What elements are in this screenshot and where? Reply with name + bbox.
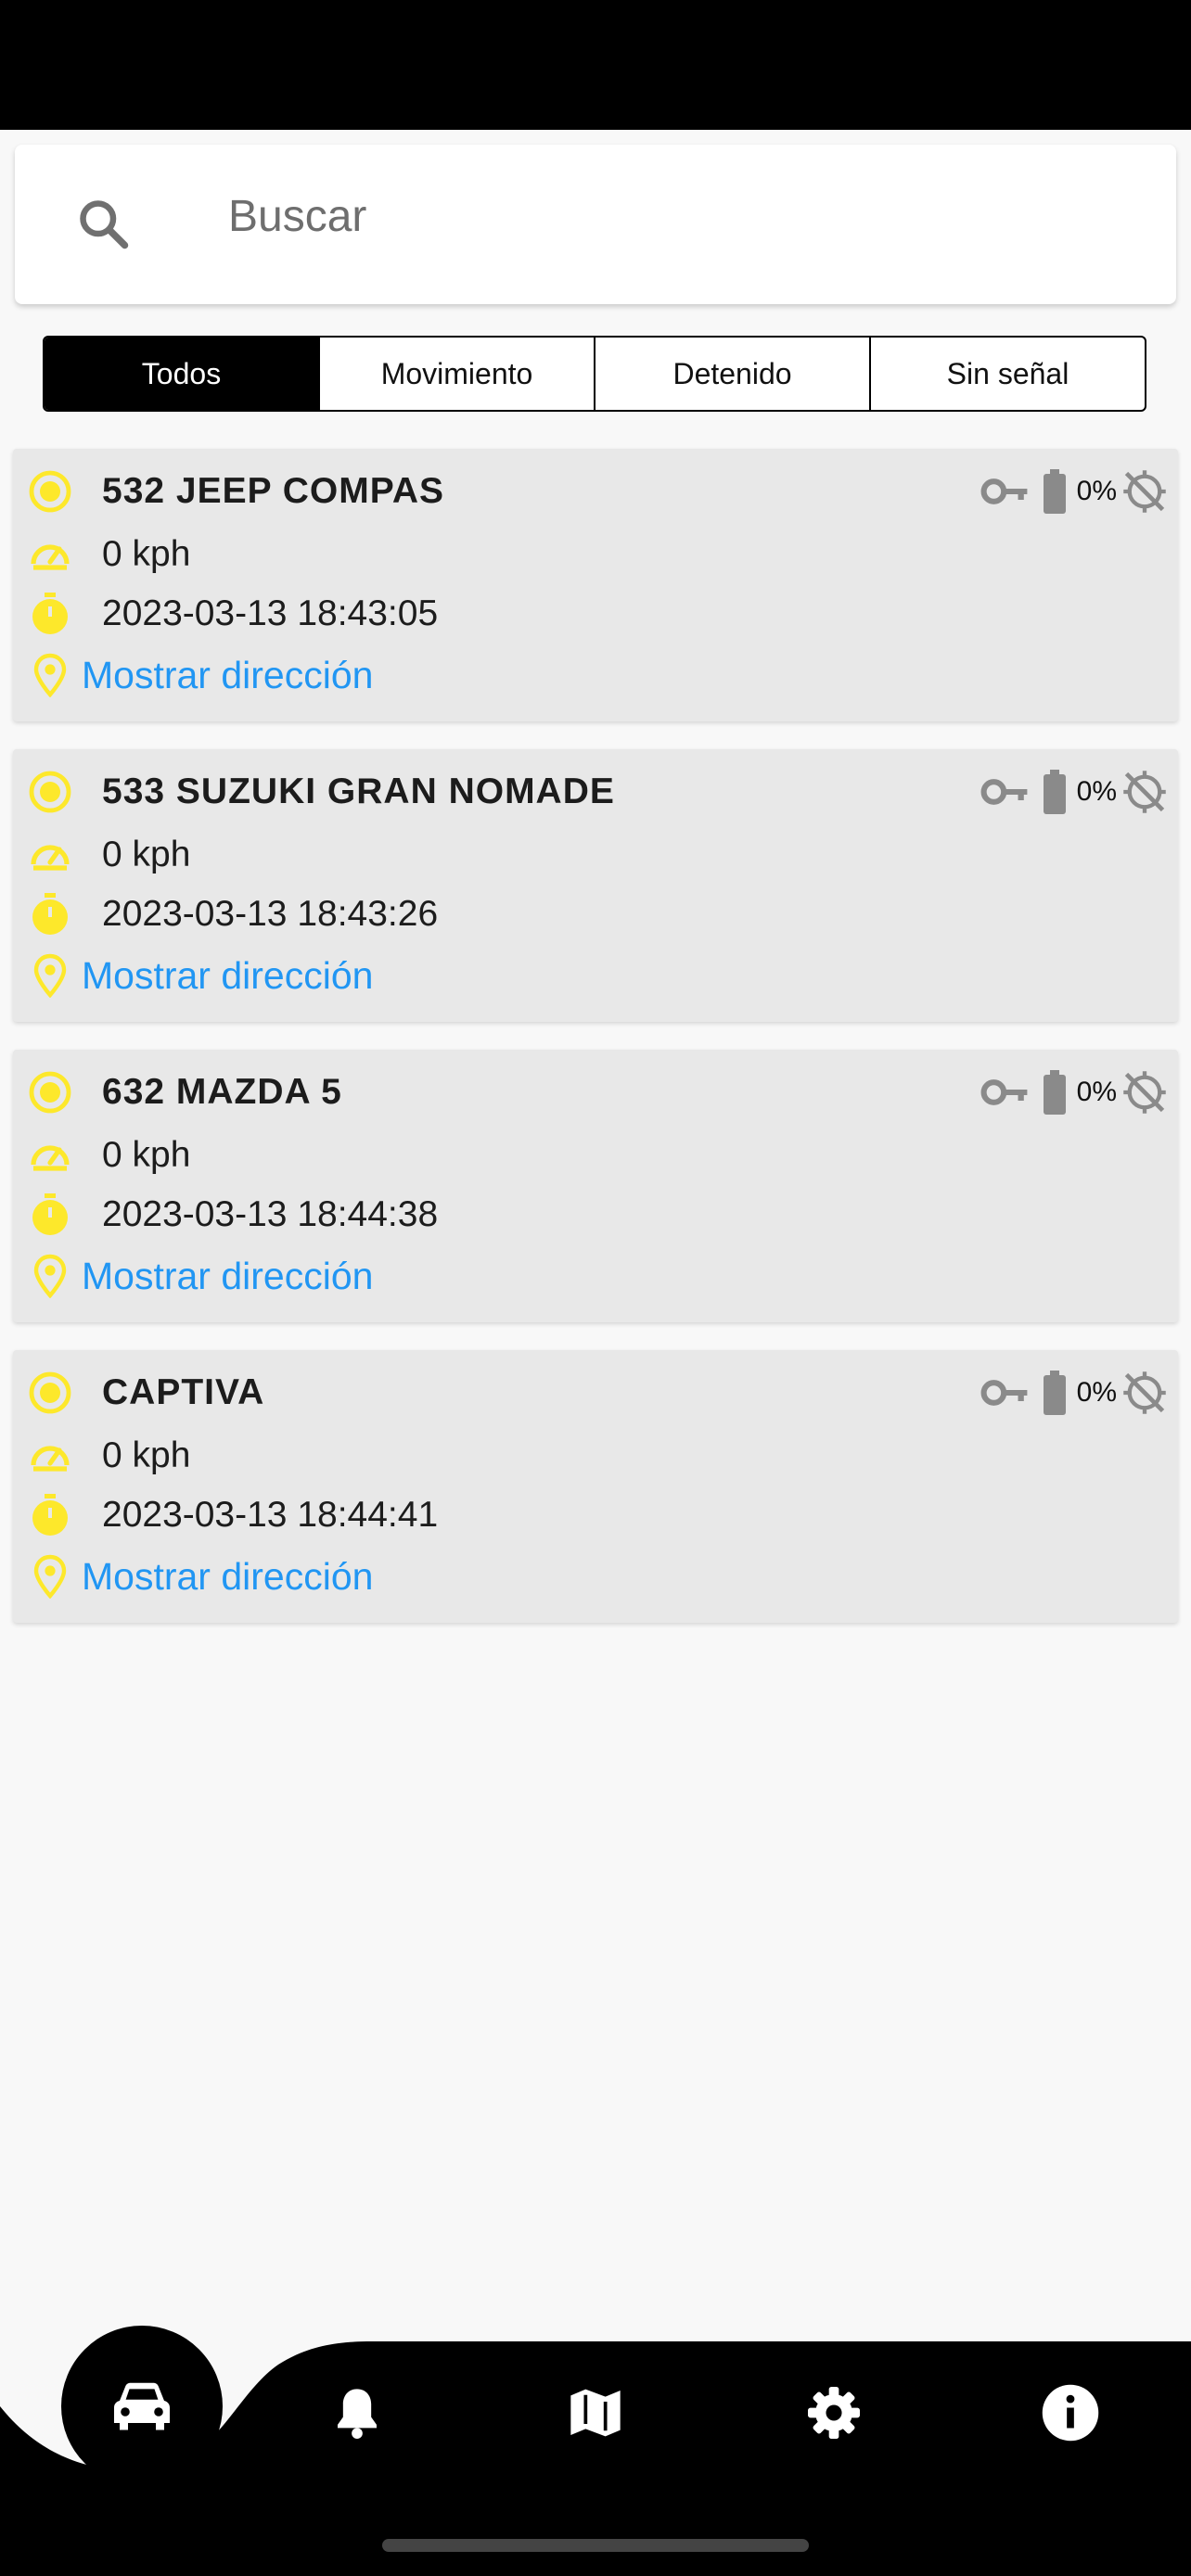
vehicle-card[interactable]: 532 JEEP COMPAS 0% 0 kph 2023-03-13 18:4… — [13, 449, 1178, 721]
gear-icon — [808, 2387, 860, 2439]
speedometer-icon — [31, 845, 70, 871]
vehicle-name: 532 JEEP COMPAS — [102, 471, 445, 511]
battery-icon — [1043, 1371, 1066, 1415]
search-input[interactable]: Buscar — [228, 191, 366, 242]
vehicle-name: CAPTIVA — [102, 1372, 265, 1412]
map-icon — [570, 2389, 621, 2437]
stopwatch-icon — [32, 893, 68, 935]
show-address-label[interactable]: Mostrar dirección — [82, 654, 373, 697]
battery-level: 0% — [1076, 1077, 1117, 1107]
show-address-link[interactable]: Mostrar dirección — [28, 1554, 373, 1599]
vehicle-card[interactable]: CAPTIVA 0% 0 kph 2023-03-13 18:44:41 Mos… — [13, 1350, 1178, 1623]
show-address-link[interactable]: Mostrar dirección — [28, 1254, 373, 1298]
show-address-link[interactable]: Mostrar dirección — [28, 953, 373, 998]
battery-level: 0% — [1076, 776, 1117, 807]
key-icon — [980, 478, 1028, 504]
vehicle-timestamp: 2023-03-13 18:43:05 — [102, 593, 439, 633]
car-icon — [114, 2382, 170, 2430]
vehicles-nav-button[interactable] — [61, 2326, 223, 2487]
speedometer-icon — [31, 544, 70, 570]
show-address-link[interactable]: Mostrar dirección — [28, 653, 373, 697]
vehicle-timestamp: 2023-03-13 18:43:26 — [102, 894, 439, 934]
filter-segmented-control: Todos Movimiento Detenido Sin señal — [43, 336, 1146, 412]
location-pin-icon — [33, 953, 67, 998]
key-icon — [980, 779, 1028, 805]
speedometer-icon — [31, 1145, 70, 1171]
show-address-label[interactable]: Mostrar dirección — [82, 1555, 373, 1599]
filter-tab-detenido[interactable]: Detenido — [594, 338, 869, 410]
vehicle-speed: 0 kph — [102, 1135, 191, 1175]
search-icon — [80, 200, 129, 249]
status-bar — [0, 0, 1191, 130]
location-pin-icon — [33, 1554, 67, 1599]
show-address-label[interactable]: Mostrar dirección — [82, 954, 373, 998]
battery-icon — [1043, 469, 1066, 514]
vehicle-status-icons: 0% — [980, 768, 1169, 816]
target-icon — [29, 1371, 71, 1414]
battery-icon — [1043, 1070, 1066, 1115]
alerts-nav-button[interactable] — [324, 2379, 391, 2446]
info-icon — [1042, 2384, 1099, 2442]
filter-tab-todos[interactable]: Todos — [45, 338, 318, 410]
key-icon — [980, 1380, 1028, 1406]
gps-off-icon — [1123, 1371, 1166, 1414]
show-address-label[interactable]: Mostrar dirección — [82, 1255, 373, 1298]
bell-icon — [338, 2389, 377, 2439]
vehicle-timestamp: 2023-03-13 18:44:38 — [102, 1194, 439, 1234]
vehicle-name: 533 SUZUKI GRAN NOMADE — [102, 772, 615, 811]
settings-nav-button[interactable] — [800, 2379, 867, 2446]
map-nav-button[interactable] — [562, 2379, 629, 2446]
location-pin-icon — [33, 1254, 67, 1298]
info-nav-button[interactable] — [1037, 2379, 1104, 2446]
battery-level: 0% — [1076, 476, 1117, 506]
search-bar[interactable]: Buscar — [15, 145, 1176, 304]
vehicle-speed: 0 kph — [102, 835, 191, 874]
key-icon — [980, 1079, 1028, 1105]
stopwatch-icon — [32, 1193, 68, 1235]
vehicle-status-icons: 0% — [980, 1068, 1169, 1116]
vehicle-card[interactable]: 632 MAZDA 5 0% 0 kph 2023-03-13 18:44:38… — [13, 1050, 1178, 1322]
gps-off-icon — [1123, 470, 1166, 513]
vehicle-status-icons: 0% — [980, 1369, 1169, 1417]
speedometer-icon — [31, 1446, 70, 1472]
vehicle-card[interactable]: 533 SUZUKI GRAN NOMADE 0% 0 kph 2023-03-… — [13, 749, 1178, 1022]
stopwatch-icon — [32, 593, 68, 634]
filter-tab-sin-senal[interactable]: Sin señal — [869, 338, 1145, 410]
vehicle-status-icons: 0% — [980, 467, 1169, 516]
battery-icon — [1043, 770, 1066, 814]
target-icon — [29, 470, 71, 513]
gps-off-icon — [1123, 771, 1166, 813]
target-icon — [29, 771, 71, 813]
vehicle-name: 632 MAZDA 5 — [102, 1072, 342, 1112]
home-indicator — [382, 2539, 809, 2552]
filter-tab-movimiento[interactable]: Movimiento — [318, 338, 594, 410]
vehicle-timestamp: 2023-03-13 18:44:41 — [102, 1495, 439, 1535]
target-icon — [29, 1071, 71, 1114]
vehicle-speed: 0 kph — [102, 534, 191, 574]
stopwatch-icon — [32, 1494, 68, 1536]
battery-level: 0% — [1076, 1377, 1117, 1408]
gps-off-icon — [1123, 1071, 1166, 1114]
vehicle-speed: 0 kph — [102, 1435, 191, 1475]
location-pin-icon — [33, 653, 67, 697]
